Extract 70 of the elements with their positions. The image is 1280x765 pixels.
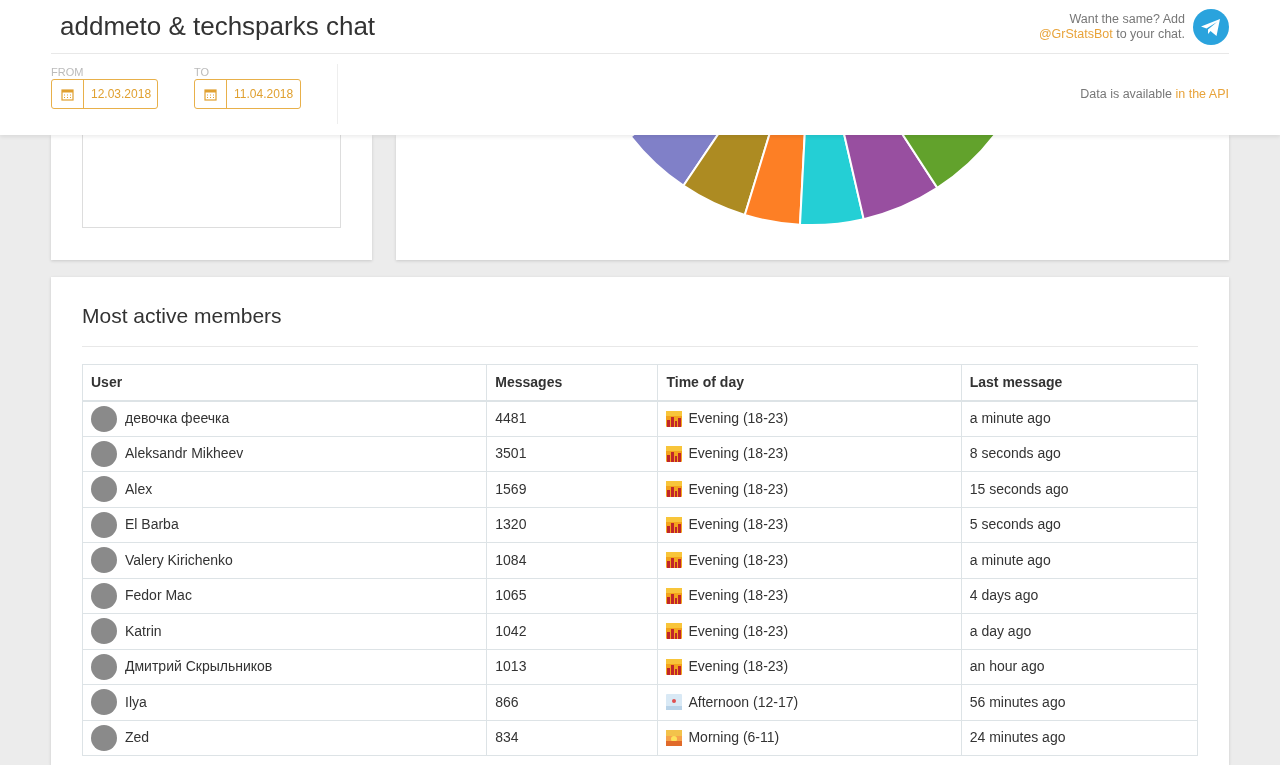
user-name[interactable]: Fedor Mac [125,585,192,607]
sky-icon [666,694,683,711]
last-message-time: 4 days ago [961,578,1198,614]
message-count: 1065 [486,578,658,614]
avatar-placeholder [91,618,117,645]
message-count: 1042 [486,613,658,650]
time-of-day: Evening (18-23) [688,656,789,678]
chat-title: addmeto & techsparks chat [60,10,376,43]
user-name[interactable]: Ilya [125,691,147,713]
message-count: 866 [486,684,658,721]
time-of-day: Evening (18-23) [688,549,789,571]
user-name[interactable]: Valery Kirichenko [125,549,233,571]
column-header: Messages [486,364,658,401]
last-message-time: a minute ago [961,400,1198,437]
column-header: Time of day [657,364,962,401]
sunrise-icon [666,729,683,746]
time-of-day: Morning (6-11) [688,727,780,749]
last-message-time: a day ago [961,613,1198,650]
user-name[interactable]: Alex [125,478,153,500]
user-name[interactable]: El Barba [125,514,179,536]
avatar-placeholder [91,476,117,503]
user-name[interactable]: Zed [125,727,150,749]
message-count: 4481 [486,400,658,437]
city-sunset-icon [666,552,683,569]
last-message-time: an hour ago [961,649,1198,685]
avatar-placeholder [91,440,117,467]
user-name[interactable]: Katrin [125,620,162,642]
time-of-day: Evening (18-23) [688,478,789,500]
avatar-placeholder [91,547,117,574]
time-of-day: Evening (18-23) [688,514,789,536]
avatar-placeholder [91,405,117,432]
last-message-time: 56 minutes ago [961,684,1198,721]
api-note: Data is available in the API [1080,85,1229,103]
column-header: User [82,364,487,401]
last-message-time: 15 seconds ago [961,471,1198,508]
avatar-placeholder [91,724,117,751]
user-name[interactable]: девочка феечка [125,408,230,430]
city-sunset-icon [666,587,683,604]
message-count: 1569 [486,471,658,508]
last-message-time: 24 minutes ago [961,720,1198,756]
section-title: Most active members [82,303,1198,348]
promo-text: Want the same? Add @GrStatsBot to your chat. [1038,11,1185,42]
time-of-day: Evening (18-23) [688,620,789,642]
time-of-day: Evening (18-23) [688,585,789,607]
city-sunset-icon [666,445,683,462]
time-of-day: Evening (18-23) [688,443,789,465]
time-of-day: Evening (18-23) [688,408,789,430]
paper-plane-icon[interactable] [1193,8,1229,45]
message-count: 1084 [486,542,658,579]
city-sunset-icon [666,658,683,675]
column-header: Last message [961,364,1198,401]
avatar-placeholder [91,653,117,680]
user-name[interactable]: Aleksandr Mikheev [125,443,244,465]
city-sunset-icon [666,623,683,640]
message-count: 1320 [486,507,658,543]
time-of-day: Afternoon (12-17) [688,691,799,713]
city-sunset-icon [666,410,683,427]
last-message-time: 5 seconds ago [961,507,1198,543]
message-count: 3501 [486,436,658,472]
from-label: FROM [51,66,85,79]
avatar-placeholder [91,582,117,609]
message-count: 834 [486,720,658,756]
city-sunset-icon [666,516,683,533]
last-message-time: a minute ago [961,542,1198,579]
message-count: 1013 [486,649,658,685]
to-label: TO [194,66,211,79]
last-message-time: 8 seconds ago [961,436,1198,472]
avatar-placeholder [91,689,117,716]
avatar-placeholder [91,511,117,538]
city-sunset-icon [666,481,683,498]
